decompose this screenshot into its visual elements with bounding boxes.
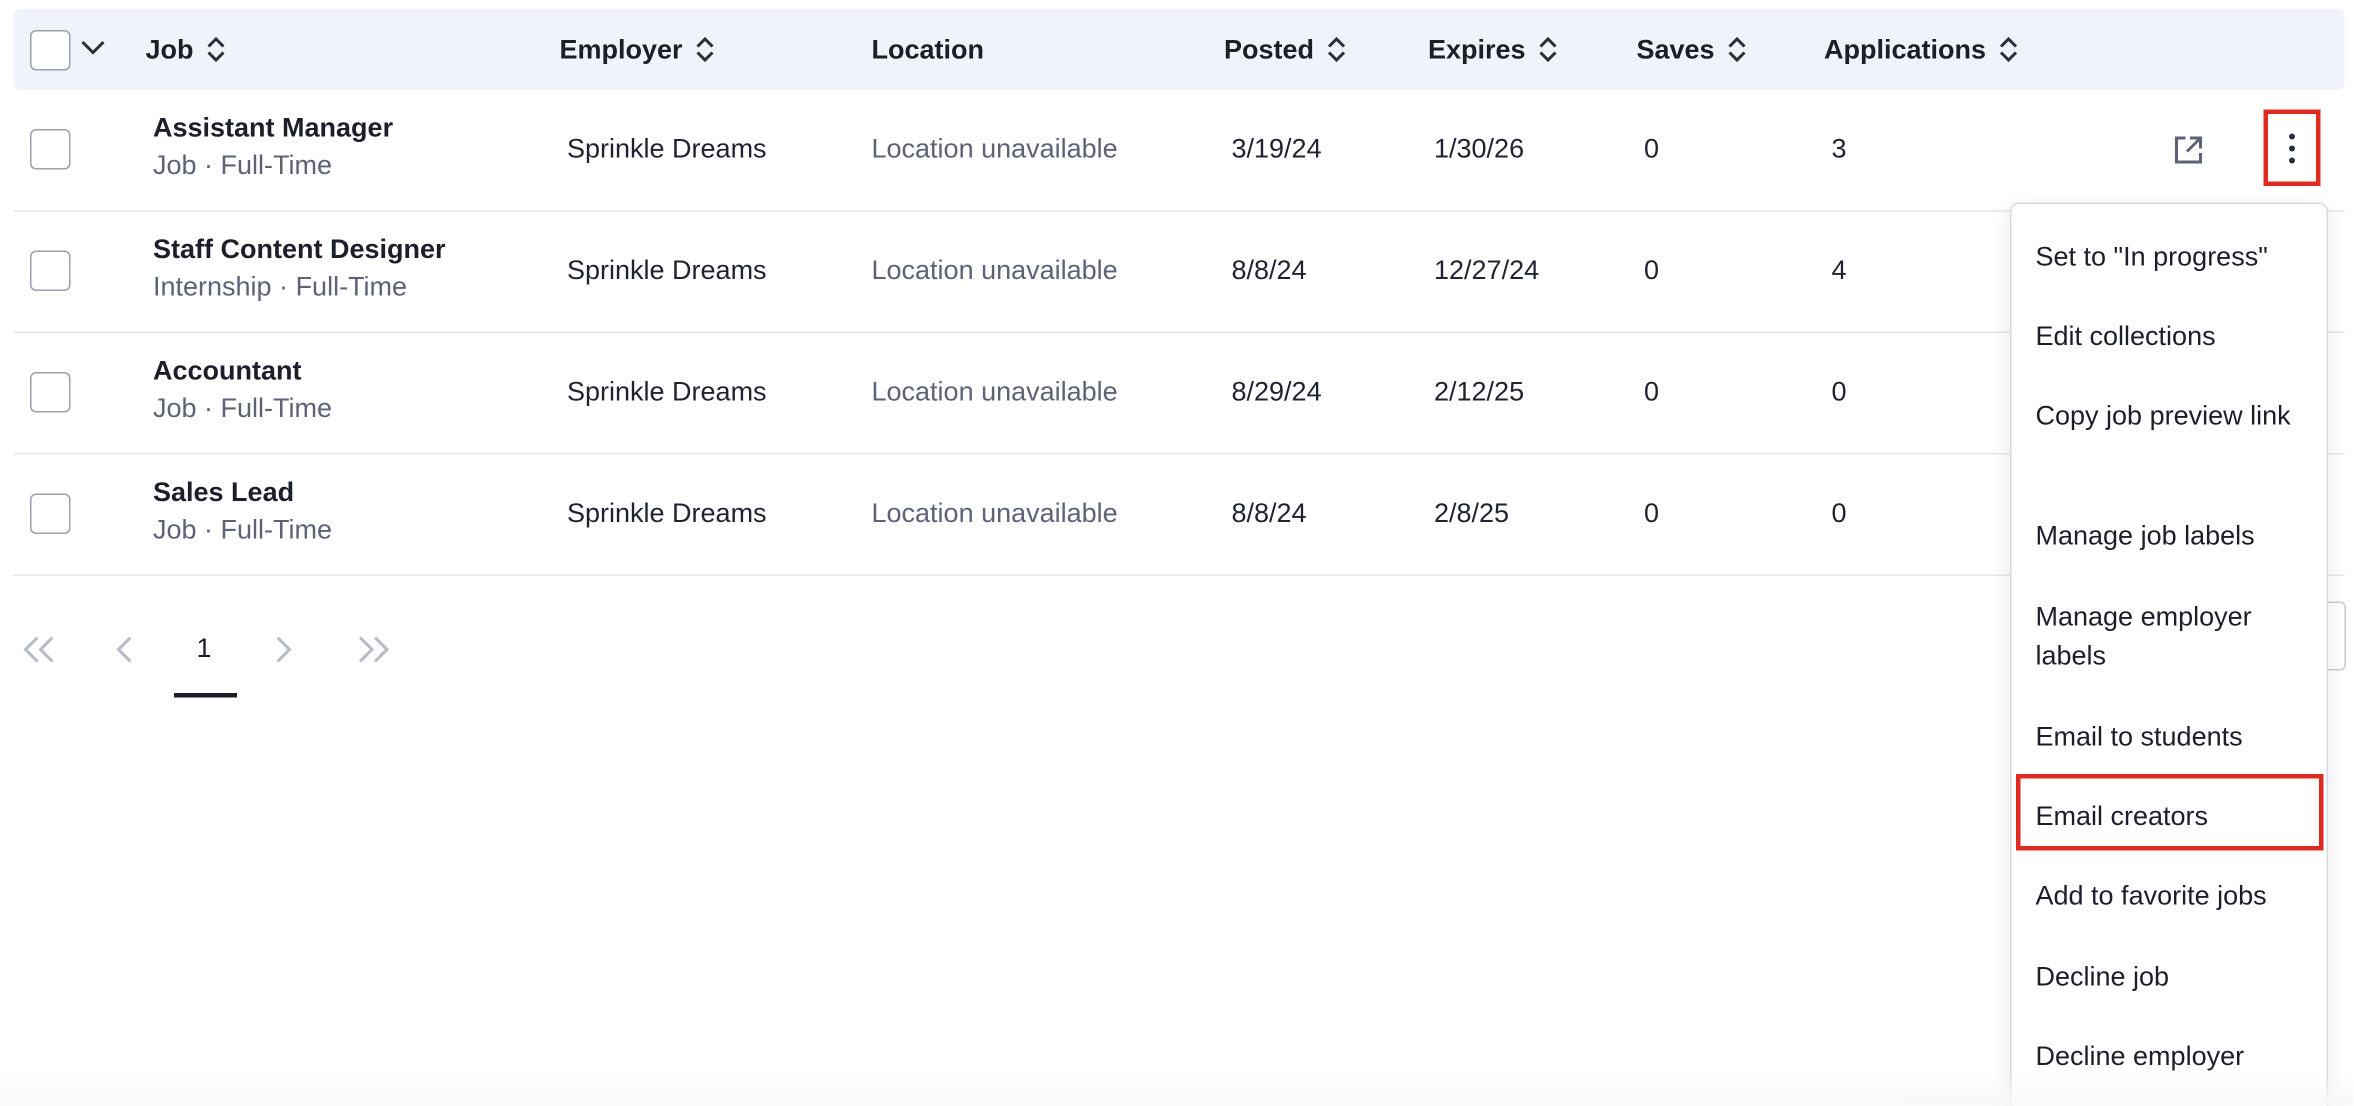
- menu-item-edit-collections[interactable]: Edit collections: [2036, 317, 2314, 356]
- column-header-label: Posted: [1224, 33, 1315, 64]
- job-type: Job · Full-Time: [153, 150, 333, 180]
- column-header-label: Location: [871, 33, 985, 64]
- column-header-label: Expires: [1428, 33, 1526, 64]
- job-type: Internship · Full-Time: [153, 271, 408, 302]
- employer-cell: Sprinkle Dreams: [567, 376, 767, 407]
- column-header-location: Location: [872, 9, 985, 90]
- employer-cell: Sprinkle Dreams: [567, 133, 767, 164]
- menu-item-manage-job-labels[interactable]: Manage job labels: [2036, 516, 2314, 555]
- saves-cell: 0: [1644, 133, 1660, 164]
- column-header-label: Applications: [1824, 33, 1987, 64]
- table-row[interactable]: [13, 455, 2345, 576]
- external-link-icon[interactable]: [2172, 134, 2205, 175]
- location-cell: Location unavailable: [871, 498, 1118, 528]
- page: Job Employer Location Posted Expires Sav…: [0, 0, 2354, 1106]
- job-cell[interactable]: Accountant Job · Full-Time: [153, 356, 332, 425]
- row-checkbox[interactable]: [30, 493, 71, 534]
- menu-item-decline-job[interactable]: Decline job: [2036, 957, 2314, 996]
- menu-item-manage-employer-labels[interactable]: Manage employer labels: [2036, 597, 2314, 675]
- row-checkbox[interactable]: [30, 372, 71, 413]
- employer-cell: Sprinkle Dreams: [567, 498, 767, 528]
- menu-item-set-in-progress[interactable]: Set to "In progress": [2036, 237, 2314, 276]
- column-header-label: Job: [145, 33, 194, 64]
- job-title[interactable]: Assistant Manager: [153, 113, 393, 145]
- location-cell: Location unavailable: [871, 255, 1118, 285]
- sort-updown-icon[interactable]: [1538, 35, 1559, 65]
- sort-updown-icon[interactable]: [206, 35, 227, 65]
- menu-item-copy-preview-link[interactable]: Copy job preview link: [2036, 396, 2314, 435]
- posted-cell: 3/19/24: [1231, 133, 1322, 164]
- menu-item-decline-employer[interactable]: Decline employer: [2036, 1037, 2314, 1076]
- posted-cell: 8/8/24: [1231, 255, 1307, 285]
- active-page-indicator: [174, 693, 237, 698]
- sort-updown-icon[interactable]: [1727, 35, 1748, 65]
- applications-cell[interactable]: 0: [1832, 498, 1847, 530]
- row-actions-menu: Set to "In progress" Edit collections Co…: [2010, 202, 2328, 1106]
- job-title[interactable]: Staff Content Designer: [153, 234, 446, 266]
- sort-updown-icon[interactable]: [1326, 35, 1347, 65]
- more-actions-button[interactable]: [2263, 109, 2321, 186]
- kebab-menu-icon: [2289, 132, 2295, 163]
- expires-cell: 2/12/25: [1434, 376, 1525, 407]
- next-page-icon[interactable]: [273, 636, 294, 671]
- saves-cell: 0: [1644, 498, 1660, 528]
- column-header-job[interactable]: Job: [146, 9, 227, 90]
- location-cell: Location unavailable: [871, 133, 1118, 164]
- row-checkbox[interactable]: [30, 250, 71, 291]
- menu-item-email-students[interactable]: Email to students: [2036, 717, 2314, 756]
- column-header-employer[interactable]: Employer: [560, 9, 716, 90]
- job-cell[interactable]: Sales Lead Job · Full-Time: [153, 477, 332, 546]
- employer-cell: Sprinkle Dreams: [567, 255, 767, 285]
- job-cell[interactable]: Assistant Manager Job · Full-Time: [153, 113, 393, 182]
- prev-page-icon[interactable]: [114, 636, 135, 671]
- posted-cell: 8/29/24: [1231, 376, 1322, 407]
- job-cell[interactable]: Staff Content Designer Internship · Full…: [153, 234, 446, 303]
- menu-item-email-creators[interactable]: Email creators: [2036, 797, 2314, 836]
- sort-updown-icon[interactable]: [1998, 35, 2019, 65]
- last-page-icon[interactable]: [356, 636, 392, 671]
- expires-cell: 12/27/24: [1434, 255, 1540, 285]
- expires-cell: 1/30/26: [1434, 133, 1525, 164]
- bulk-select-chevron-down-icon[interactable]: [81, 36, 105, 63]
- menu-item-add-favorite[interactable]: Add to favorite jobs: [2036, 876, 2314, 915]
- applications-cell[interactable]: 0: [1832, 377, 1847, 409]
- page-number-button[interactable]: 1: [197, 633, 212, 665]
- posted-cell: 8/8/24: [1231, 498, 1307, 528]
- select-all-checkbox[interactable]: [30, 30, 71, 71]
- first-page-icon[interactable]: [21, 636, 57, 671]
- job-type: Job · Full-Time: [153, 393, 333, 423]
- bottom-fade: [0, 1072, 2354, 1106]
- column-header-label: Employer: [559, 33, 683, 64]
- column-header-applications[interactable]: Applications: [1824, 9, 2019, 90]
- job-title[interactable]: Sales Lead: [153, 477, 332, 509]
- column-header-saves[interactable]: Saves: [1637, 9, 1748, 90]
- expires-cell: 2/8/25: [1434, 498, 1510, 528]
- applications-cell[interactable]: 4: [1832, 255, 1847, 287]
- column-header-label: Saves: [1636, 33, 1715, 64]
- job-type: Job · Full-Time: [153, 514, 333, 545]
- sort-updown-icon[interactable]: [695, 35, 716, 65]
- table-row[interactable]: [13, 333, 2345, 455]
- job-title[interactable]: Accountant: [153, 356, 332, 388]
- column-header-expires[interactable]: Expires: [1428, 9, 1559, 90]
- location-cell: Location unavailable: [871, 376, 1118, 407]
- row-checkbox[interactable]: [30, 129, 71, 170]
- saves-cell: 0: [1644, 255, 1660, 285]
- applications-cell[interactable]: 3: [1832, 134, 1847, 166]
- column-header-posted[interactable]: Posted: [1224, 9, 1347, 90]
- saves-cell: 0: [1644, 376, 1660, 407]
